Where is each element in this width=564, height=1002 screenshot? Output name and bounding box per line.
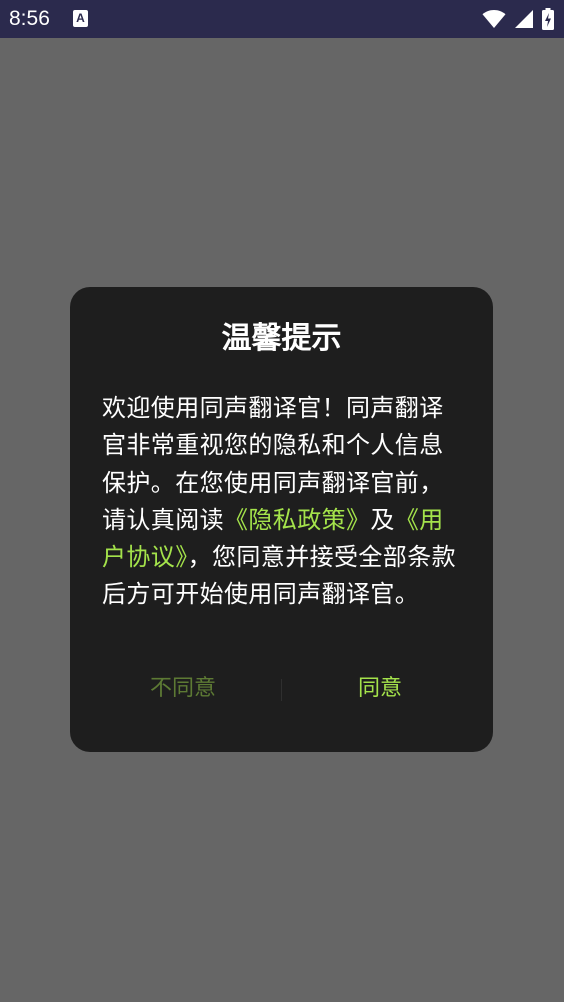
text-notification-icon: A [73,10,88,27]
dialog-title: 温馨提示 [221,321,342,356]
disagree-button[interactable]: 不同意 [110,667,256,711]
privacy-policy-link[interactable]: 《隐私政策》 [224,506,370,534]
status-time: 8:56 [9,7,50,30]
status-bar: 8:56 A [0,0,564,38]
cellular-signal-icon [515,10,533,28]
status-icons [482,7,554,31]
battery-charging-icon [542,8,554,30]
agree-button[interactable]: 同意 [307,667,453,711]
privacy-dialog: 温馨提示 欢迎使用同声翻译官！同声翻译官非常重视您的隐私和个人信息保护。在您使用… [70,287,493,752]
message-text-and: 及 [370,505,395,534]
dialog-message: 欢迎使用同声翻译官！同声翻译官非常重视您的隐私和个人信息保护。在您使用同声翻译官… [102,390,462,614]
button-divider [281,679,282,701]
wifi-icon [482,10,506,28]
